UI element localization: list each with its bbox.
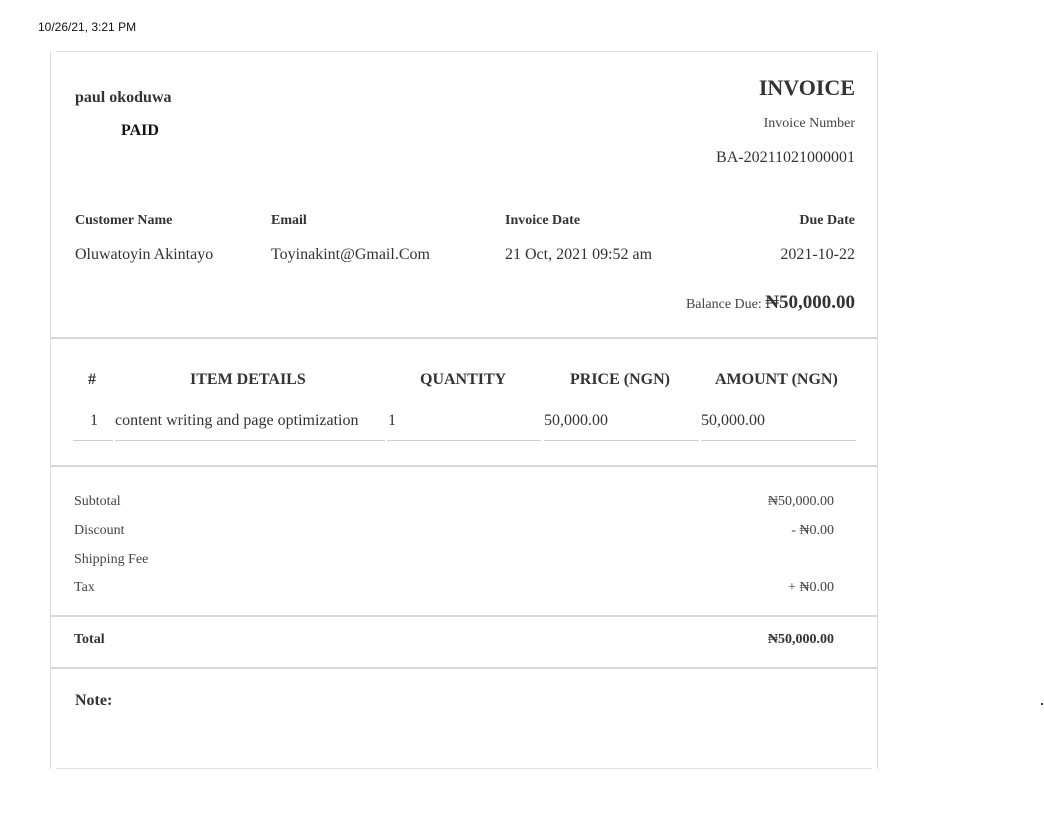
seller-name: paul okoduwa <box>75 89 172 106</box>
col-header-quantity: QUANTITY <box>420 371 507 388</box>
balance-due-label: Balance Due: <box>685 297 762 312</box>
shipping-fee-label: Shipping Fee <box>74 552 149 567</box>
header-divider <box>51 337 877 339</box>
print-timestamp: 10/26/21, 3:21 PM <box>38 20 137 34</box>
total-divider <box>51 667 877 669</box>
tax-label: Tax <box>74 580 95 595</box>
summary-divider <box>51 615 877 617</box>
row-cell-border <box>115 440 385 441</box>
col-header-index: # <box>88 371 96 388</box>
row-quantity: 1 <box>388 412 396 429</box>
total-value: ₦50,000.00 <box>767 632 834 647</box>
row-price: 50,000.00 <box>544 412 608 429</box>
total-label: Total <box>74 632 105 647</box>
customer-name-label: Customer Name <box>75 213 173 228</box>
email-label: Email <box>271 213 307 228</box>
row-cell-border <box>701 440 856 441</box>
due-date-label: Due Date <box>799 213 855 228</box>
invoice-number-label: Invoice Number <box>763 116 855 131</box>
balance-due-amount: ₦50,000.00 <box>765 292 855 313</box>
invoice-date: 21 Oct, 2021 09:52 am <box>505 246 653 263</box>
discount-label: Discount <box>74 523 125 538</box>
page-mark <box>1041 703 1043 705</box>
row-index: 1 <box>90 412 98 429</box>
row-cell-border <box>544 440 699 441</box>
row-amount: 50,000.00 <box>701 412 765 429</box>
invoice-number: BA-20211021000001 <box>716 149 855 166</box>
col-header-amount: AMOUNT (NGN) <box>715 371 838 388</box>
invoice-card: paul okoduwa PAID INVOICE Invoice Number… <box>50 51 878 769</box>
row-cell-border <box>387 440 541 441</box>
tax-value: + ₦0.00 <box>787 580 834 595</box>
col-header-item-details: ITEM DETAILS <box>190 371 306 388</box>
customer-name: Oluwatoyin Akintayo <box>75 246 214 263</box>
table-divider <box>51 465 877 467</box>
status-badge: PAID <box>121 122 159 139</box>
invoice-title: INVOICE <box>758 75 855 100</box>
due-date: 2021-10-22 <box>780 246 855 263</box>
col-header-price: PRICE (NGN) <box>570 371 670 388</box>
subtotal-label: Subtotal <box>74 494 121 509</box>
invoice-date-label: Invoice Date <box>505 213 581 228</box>
customer-email: Toyinakint@Gmail.Com <box>271 246 430 263</box>
subtotal-value: ₦50,000.00 <box>767 494 834 509</box>
row-cell-border <box>73 440 113 441</box>
discount-value: - ₦0.00 <box>791 523 834 538</box>
note-label: Note: <box>75 692 113 709</box>
row-item-details: content writing and page optimization <box>115 412 359 429</box>
balance-due: Balance Due: ₦50,000.00 <box>686 292 855 314</box>
